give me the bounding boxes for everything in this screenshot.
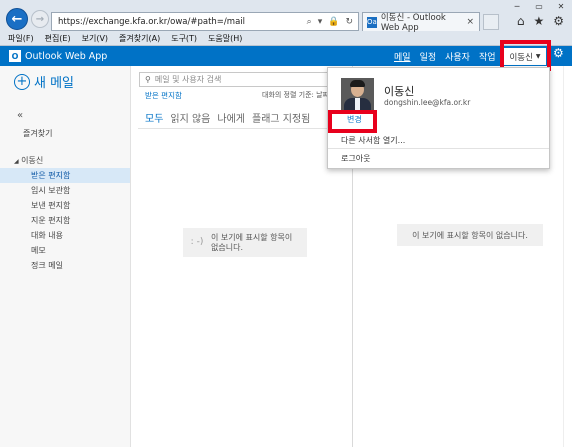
scrollbar[interactable] [563, 66, 572, 447]
filter-unread[interactable]: 읽지 않음 [170, 110, 210, 125]
divider [138, 128, 352, 129]
favorites-heading[interactable]: 즐겨찾기 [23, 128, 52, 139]
close-icon[interactable]: ✕ [550, 0, 572, 12]
folder-conversations[interactable]: 대화 내용 [0, 228, 130, 243]
search-placeholder: 메일 및 사용자 검색 [154, 75, 222, 84]
folder-deleted[interactable]: 지운 편지함 [0, 213, 130, 228]
nav-people[interactable]: 사용자 [445, 50, 470, 63]
empty-list-text: 이 보기에 표시할 항목이 없습니다. [211, 233, 292, 253]
outlook-icon: Oa [367, 16, 377, 28]
open-other-mailbox-link[interactable]: 다른 사서함 열기... [341, 135, 405, 146]
sort-label[interactable]: 대화의 정렬 기준: 날짜 [262, 90, 328, 100]
owa-header: O Outlook Web App 메일 일정 사용자 작업 이동신 ▼ [0, 46, 572, 66]
favorites-star-icon[interactable]: ★ [533, 14, 544, 28]
refresh-icon[interactable]: ↻ [345, 17, 353, 27]
home-icon[interactable]: ⌂ [517, 14, 525, 28]
lock-icon[interactable]: 🔒 [328, 17, 339, 27]
menu-favorites[interactable]: 즐겨찾기(A) [119, 33, 160, 45]
folder-drafts[interactable]: 임시 보관함 [0, 183, 130, 198]
logout-link[interactable]: 로그아웃 [341, 153, 370, 164]
menu-file[interactable]: 파일(F) [8, 33, 34, 45]
avatar [341, 78, 374, 111]
folder-list: 받은 편지함 임시 보관함 보낸 편지함 지운 편지함 대화 내용 메모 정크 … [0, 168, 130, 273]
forward-button[interactable]: → [31, 10, 49, 28]
browser-chrome: ← → https://exchange.kfa.or.kr/owa/#path… [0, 0, 572, 46]
address-bar[interactable]: https://exchange.kfa.or.kr/owa/#path=/ma… [51, 12, 359, 31]
filter-flagged[interactable]: 플래그 지정됨 [252, 110, 310, 125]
new-mail-button[interactable]: + 새 메일 [14, 72, 74, 91]
menu-tools[interactable]: 도구(T) [171, 33, 197, 45]
collapse-icon[interactable]: « [17, 110, 23, 121]
address-tools: ⌕ ▾ 🔒 ↻ [307, 17, 358, 27]
tab-title: 이동신 - Outlook Web App [380, 13, 446, 33]
folder-junk[interactable]: 정크 메일 [0, 258, 130, 273]
empty-list-line1: 이 보기에 표시할 항목이 [211, 232, 293, 242]
search-icon: ⚲ [145, 75, 151, 84]
nav-mail[interactable]: 메일 [394, 50, 411, 63]
empty-list-line2: 없습니다. [211, 242, 243, 252]
outlook-logo-icon: O [9, 50, 21, 62]
filter-all[interactable]: 모두 [145, 110, 163, 125]
gear-icon[interactable]: ⚙ [553, 14, 564, 28]
user-name: 이동신 [384, 85, 415, 98]
filter-bar: 모두 읽지 않음 나에게 플래그 지정됨 [145, 110, 310, 125]
back-button[interactable]: ← [6, 8, 28, 30]
owa-logo[interactable]: O Outlook Web App [9, 50, 107, 62]
minimize-icon[interactable]: ─ [506, 0, 528, 12]
account-name: 이동신 [21, 156, 44, 165]
folder-pane: + 새 메일 « 즐겨찾기 ◢ 이동신 받은 편지함 임시 보관함 보낸 편지함… [0, 66, 131, 447]
divider [328, 148, 549, 149]
empty-reading-message: 이 보기에 표시할 항목이 없습니다. [397, 224, 543, 246]
browser-icons: ⌂ ★ ⚙ [517, 14, 564, 28]
triangle-icon: ◢ [14, 158, 19, 165]
window-controls: ─ ▭ ✕ [506, 0, 572, 12]
menu-edit[interactable]: 편집(E) [45, 33, 71, 45]
nav-tasks[interactable]: 작업 [479, 50, 496, 63]
nav-calendar[interactable]: 일정 [420, 50, 437, 63]
folder-notes[interactable]: 메모 [0, 243, 130, 258]
empty-list-message: : -) 이 보기에 표시할 항목이 없습니다. [183, 228, 307, 257]
folder-sent[interactable]: 보낸 편지함 [0, 198, 130, 213]
filter-to-me[interactable]: 나에게 [217, 110, 245, 125]
menu-help[interactable]: 도움말(H) [208, 33, 242, 45]
search-icon[interactable]: ⌕ [307, 17, 312, 27]
close-tab-icon[interactable]: × [466, 17, 474, 27]
plus-icon: + [14, 73, 30, 90]
dropdown-icon[interactable]: ▾ [318, 17, 323, 27]
folder-inbox[interactable]: 받은 편지함 [0, 168, 130, 183]
user-email: dongshin.lee@kfa.or.kr [384, 98, 471, 107]
search-input[interactable]: ⚲ 메일 및 사용자 검색 [139, 72, 337, 87]
browser-tab[interactable]: Oa 이동신 - Outlook Web App × [362, 12, 480, 33]
maximize-icon[interactable]: ▭ [528, 0, 550, 12]
owa-nav: 메일 일정 사용자 작업 [394, 50, 496, 63]
menu-bar: 파일(F) 편집(E) 보기(V) 즐겨찾기(A) 도구(T) 도움말(H) [0, 33, 572, 45]
highlight-box-change [328, 110, 377, 133]
app-title: Outlook Web App [25, 50, 108, 62]
smiley-icon: : -) [190, 236, 204, 247]
current-folder-label: 받은 편지함 [145, 91, 182, 100]
account-heading[interactable]: ◢ 이동신 [14, 155, 43, 166]
menu-view[interactable]: 보기(V) [82, 33, 108, 45]
settings-gear-icon[interactable]: ⚙ [553, 46, 564, 60]
url-text: https://exchange.kfa.or.kr/owa/#path=/ma… [58, 16, 246, 27]
new-mail-label: 새 메일 [34, 76, 75, 91]
new-tab-button[interactable] [483, 14, 499, 30]
